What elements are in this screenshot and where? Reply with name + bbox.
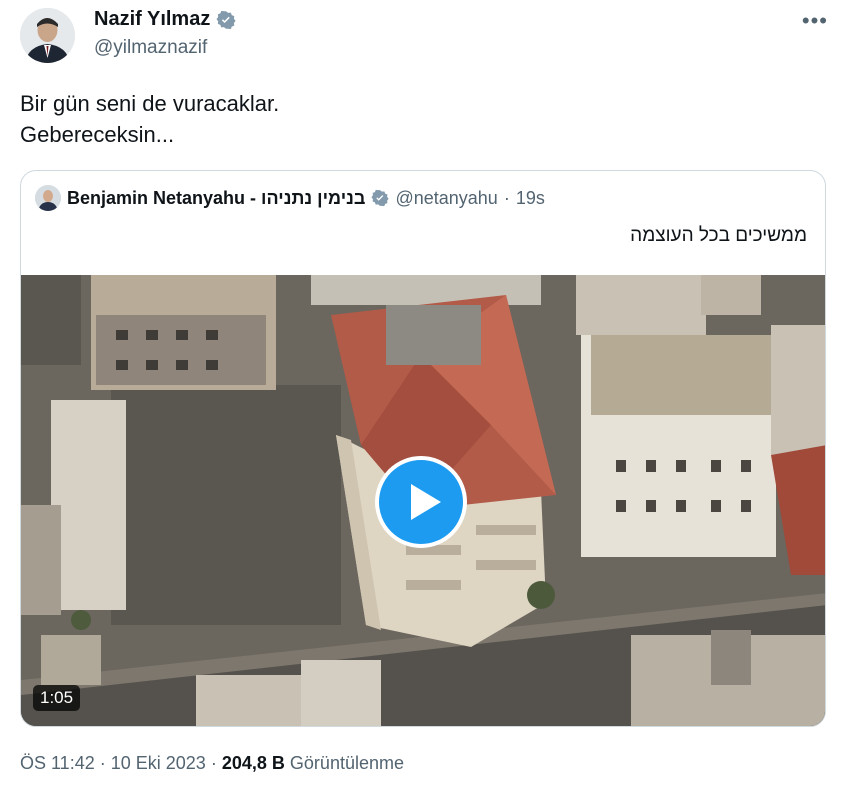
tweet-metadata: ÖS 11:42 · 10 Eki 2023 · 204,8 B Görüntü… (20, 753, 404, 774)
tweet-line: Bir gün seni de vuracaklar. (20, 91, 280, 116)
verified-badge-icon (216, 10, 236, 29)
author-handle[interactable]: @yilmaznazif (94, 37, 207, 59)
play-icon (375, 456, 467, 548)
video-duration: 1:05 (33, 685, 81, 711)
more-icon[interactable]: ••• (802, 8, 828, 34)
video-player[interactable]: 1:05 (21, 275, 825, 726)
play-button[interactable] (373, 454, 469, 550)
quoted-verified-badge-icon (371, 189, 390, 207)
separator: · (99, 753, 106, 773)
quoted-tweet[interactable]: Benjamin Netanyahu - בנימין נתניהו @neta… (20, 170, 826, 727)
tweet-time[interactable]: ÖS 11:42 (20, 753, 95, 773)
author-avatar[interactable] (20, 8, 75, 63)
quoted-tweet-header: Benjamin Netanyahu - בנימין נתניהו @neta… (35, 185, 545, 211)
quoted-author-avatar[interactable] (35, 185, 61, 211)
view-count-label: Görüntülenme (289, 753, 404, 773)
quoted-author-name[interactable]: Benjamin Netanyahu - בנימין נתניהו (67, 188, 365, 209)
author-name[interactable]: Nazif Yılmaz (94, 8, 210, 31)
tweet-line: Gebereceksin... (20, 122, 175, 147)
separator: · (503, 187, 510, 208)
tweet-text: Bir gün seni de vuracaklar. Gebereceksin… (20, 88, 279, 150)
view-count: 204,8 B (221, 753, 285, 773)
quoted-tweet-text: ממשיכים בכל העוצמה (630, 225, 807, 246)
quoted-time[interactable]: 19s (516, 188, 545, 209)
separator: · (210, 753, 217, 773)
quoted-author-handle[interactable]: @netanyahu (395, 188, 497, 209)
author-name-row[interactable]: Nazif Yılmaz (94, 8, 236, 31)
tweet-date[interactable]: 10 Eki 2023 (111, 753, 206, 773)
